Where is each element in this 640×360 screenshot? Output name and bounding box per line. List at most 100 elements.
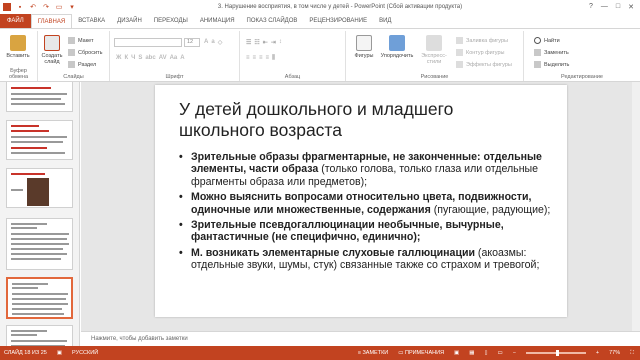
tab-transitions[interactable]: ПЕРЕХОДЫ xyxy=(148,14,194,28)
align-right-icon[interactable]: ≡ xyxy=(259,55,263,62)
tab-animations[interactable]: АНИМАЦИЯ xyxy=(194,14,241,28)
editing-group-label: Редактирование xyxy=(561,74,603,80)
tab-slideshow[interactable]: ПОКАЗ СЛАЙДОВ xyxy=(241,14,304,28)
replace-icon xyxy=(534,49,541,56)
fill-label: Заливка фигуры xyxy=(466,37,509,44)
tab-design[interactable]: ДИЗАЙН xyxy=(111,14,148,28)
sorter-view-icon[interactable]: ▦ xyxy=(469,350,474,356)
spellcheck-icon[interactable]: ▣ xyxy=(57,350,62,356)
quick-styles-button[interactable]: Экспресс-стили xyxy=(416,35,452,65)
normal-view-icon[interactable]: ▣ xyxy=(454,350,459,356)
slide-thumbnail-panel[interactable] xyxy=(0,82,80,346)
section-button[interactable]: Раздел xyxy=(68,60,96,69)
tab-file[interactable]: ФАЙЛ xyxy=(0,14,31,28)
close-icon[interactable]: ✕ xyxy=(628,3,634,11)
slide-title[interactable]: У детей дошкольного и младшего школьного… xyxy=(179,99,519,141)
align-center-icon[interactable]: ≡ xyxy=(253,55,257,62)
shapes-button[interactable]: Фигуры xyxy=(350,35,378,59)
font-name-combo[interactable] xyxy=(114,38,182,47)
underline-icon[interactable]: Ч xyxy=(131,55,135,61)
undo-icon[interactable]: ↶ xyxy=(29,3,37,11)
zoom-out-icon[interactable]: − xyxy=(513,350,516,356)
editing-group: Найти Заменить Выделить Редактирование xyxy=(524,31,640,81)
slide-bullet-list[interactable]: Зрительные образы фрагментарные, не зако… xyxy=(179,151,555,275)
slide-thumbnail[interactable] xyxy=(6,218,73,270)
reset-button[interactable]: Сбросить xyxy=(68,48,102,57)
shadow-icon[interactable]: S xyxy=(138,55,142,61)
font-color-icon[interactable]: A xyxy=(180,55,184,61)
select-button[interactable]: Выделить xyxy=(534,60,569,69)
zoom-slider-thumb[interactable] xyxy=(555,350,559,356)
minimize-icon[interactable]: — xyxy=(601,3,608,11)
redo-icon[interactable]: ↷ xyxy=(42,3,50,11)
slide-thumbnail-selected[interactable] xyxy=(6,277,73,319)
current-slide[interactable]: У детей дошкольного и младшего школьного… xyxy=(155,85,567,317)
section-icon xyxy=(68,61,75,68)
language-indicator[interactable]: РУССКИЙ xyxy=(72,350,98,356)
shape-fill-button[interactable]: Заливка фигуры xyxy=(456,36,508,45)
paste-button[interactable]: Вставить xyxy=(4,35,32,59)
bullet-item: Зрительные образы фрагментарные, не зако… xyxy=(179,151,555,188)
numbering-icon[interactable]: ☷ xyxy=(254,39,259,46)
bold-icon[interactable]: Ж xyxy=(116,55,121,61)
spacing-icon[interactable]: AV xyxy=(159,55,167,61)
italic-icon[interactable]: К xyxy=(124,55,128,61)
zoom-level[interactable]: 77% xyxy=(609,350,620,356)
tab-view[interactable]: ВИД xyxy=(373,14,397,28)
comments-button[interactable]: ▭ ПРИМЕЧАНИЯ xyxy=(398,350,444,356)
bullet-item: Зрительные псевдогаллюцинации необычные,… xyxy=(179,219,555,244)
notes-pane[interactable]: Нажмите, чтобы добавить заметки xyxy=(81,331,640,346)
zoom-in-icon[interactable]: + xyxy=(596,350,599,356)
window-controls: ? — □ ✕ xyxy=(560,3,640,11)
section-label: Раздел xyxy=(78,61,97,68)
quick-styles-label: Экспресс-стили xyxy=(421,53,447,65)
bullets-icon[interactable]: ☰ xyxy=(246,39,251,46)
present-icon[interactable]: ▭ xyxy=(55,3,63,11)
shape-outline-button[interactable]: Контур фигуры xyxy=(456,48,504,57)
fit-slide-icon[interactable]: ⛶ xyxy=(630,350,634,357)
shape-effects-button[interactable]: Эффекты фигуры xyxy=(456,60,512,69)
case-icon[interactable]: Aa xyxy=(170,55,178,61)
thumb-line xyxy=(12,298,66,300)
effects-icon xyxy=(456,61,463,68)
arrange-button[interactable]: Упорядочить xyxy=(380,35,414,59)
thumb-line xyxy=(12,303,68,305)
find-button[interactable]: Найти xyxy=(534,36,560,45)
slide-thumbnail[interactable] xyxy=(6,82,73,112)
align-left-icon[interactable]: ≡ xyxy=(246,55,250,62)
maximize-icon[interactable]: □ xyxy=(616,3,620,11)
font-size-combo[interactable]: 12 xyxy=(184,38,200,47)
reading-view-icon[interactable]: ▯ xyxy=(484,350,487,356)
status-bar: СЛАЙД 18 ИЗ 25 ▣ РУССКИЙ ≡ ЗАМЕТКИ ▭ ПРИ… xyxy=(0,346,640,360)
align-buttons: ≡ ≡ ≡ ≡ ⫼ xyxy=(246,55,275,62)
customize-icon[interactable]: ▾ xyxy=(68,3,76,11)
layout-button[interactable]: Макет xyxy=(68,36,94,45)
slide-canvas[interactable]: У детей дошкольного и младшего школьного… xyxy=(81,82,640,331)
new-slide-button[interactable]: Создать слайд xyxy=(40,35,64,65)
tab-home[interactable]: ГЛАВНАЯ xyxy=(30,14,73,28)
tab-review[interactable]: РЕЦЕНЗИРОВАНИЕ xyxy=(303,14,373,28)
slide-thumbnail[interactable] xyxy=(6,168,73,208)
strike-icon[interactable]: abc xyxy=(145,55,155,61)
vertical-scrollbar[interactable] xyxy=(632,82,640,331)
slide-thumbnail[interactable] xyxy=(6,325,73,346)
slideshow-view-icon[interactable]: ▭ xyxy=(497,350,502,356)
replace-button[interactable]: Заменить xyxy=(534,48,569,57)
increase-indent-icon[interactable]: ⇥ xyxy=(271,39,276,46)
notes-button[interactable]: ≡ ЗАМЕТКИ xyxy=(358,350,389,356)
save-icon[interactable]: ▪ xyxy=(16,3,24,11)
grow-font-icon[interactable]: A xyxy=(204,39,208,46)
decrease-indent-icon[interactable]: ⇤ xyxy=(263,39,268,46)
slide-thumbnail[interactable] xyxy=(6,120,73,160)
line-spacing-icon[interactable]: ↕ xyxy=(279,39,282,46)
columns-icon[interactable]: ⫼ xyxy=(272,55,275,62)
justify-icon[interactable]: ≡ xyxy=(266,55,270,62)
paragraph-group-label: Абзац xyxy=(284,74,301,80)
thumb-line xyxy=(11,340,67,342)
shrink-font-icon[interactable]: a xyxy=(211,39,214,46)
help-icon[interactable]: ? xyxy=(589,3,593,11)
clear-format-icon[interactable]: ◇ xyxy=(218,39,223,46)
zoom-slider[interactable] xyxy=(525,350,586,356)
tab-insert[interactable]: ВСТАВКА xyxy=(72,14,111,28)
thumb-line xyxy=(11,330,47,332)
